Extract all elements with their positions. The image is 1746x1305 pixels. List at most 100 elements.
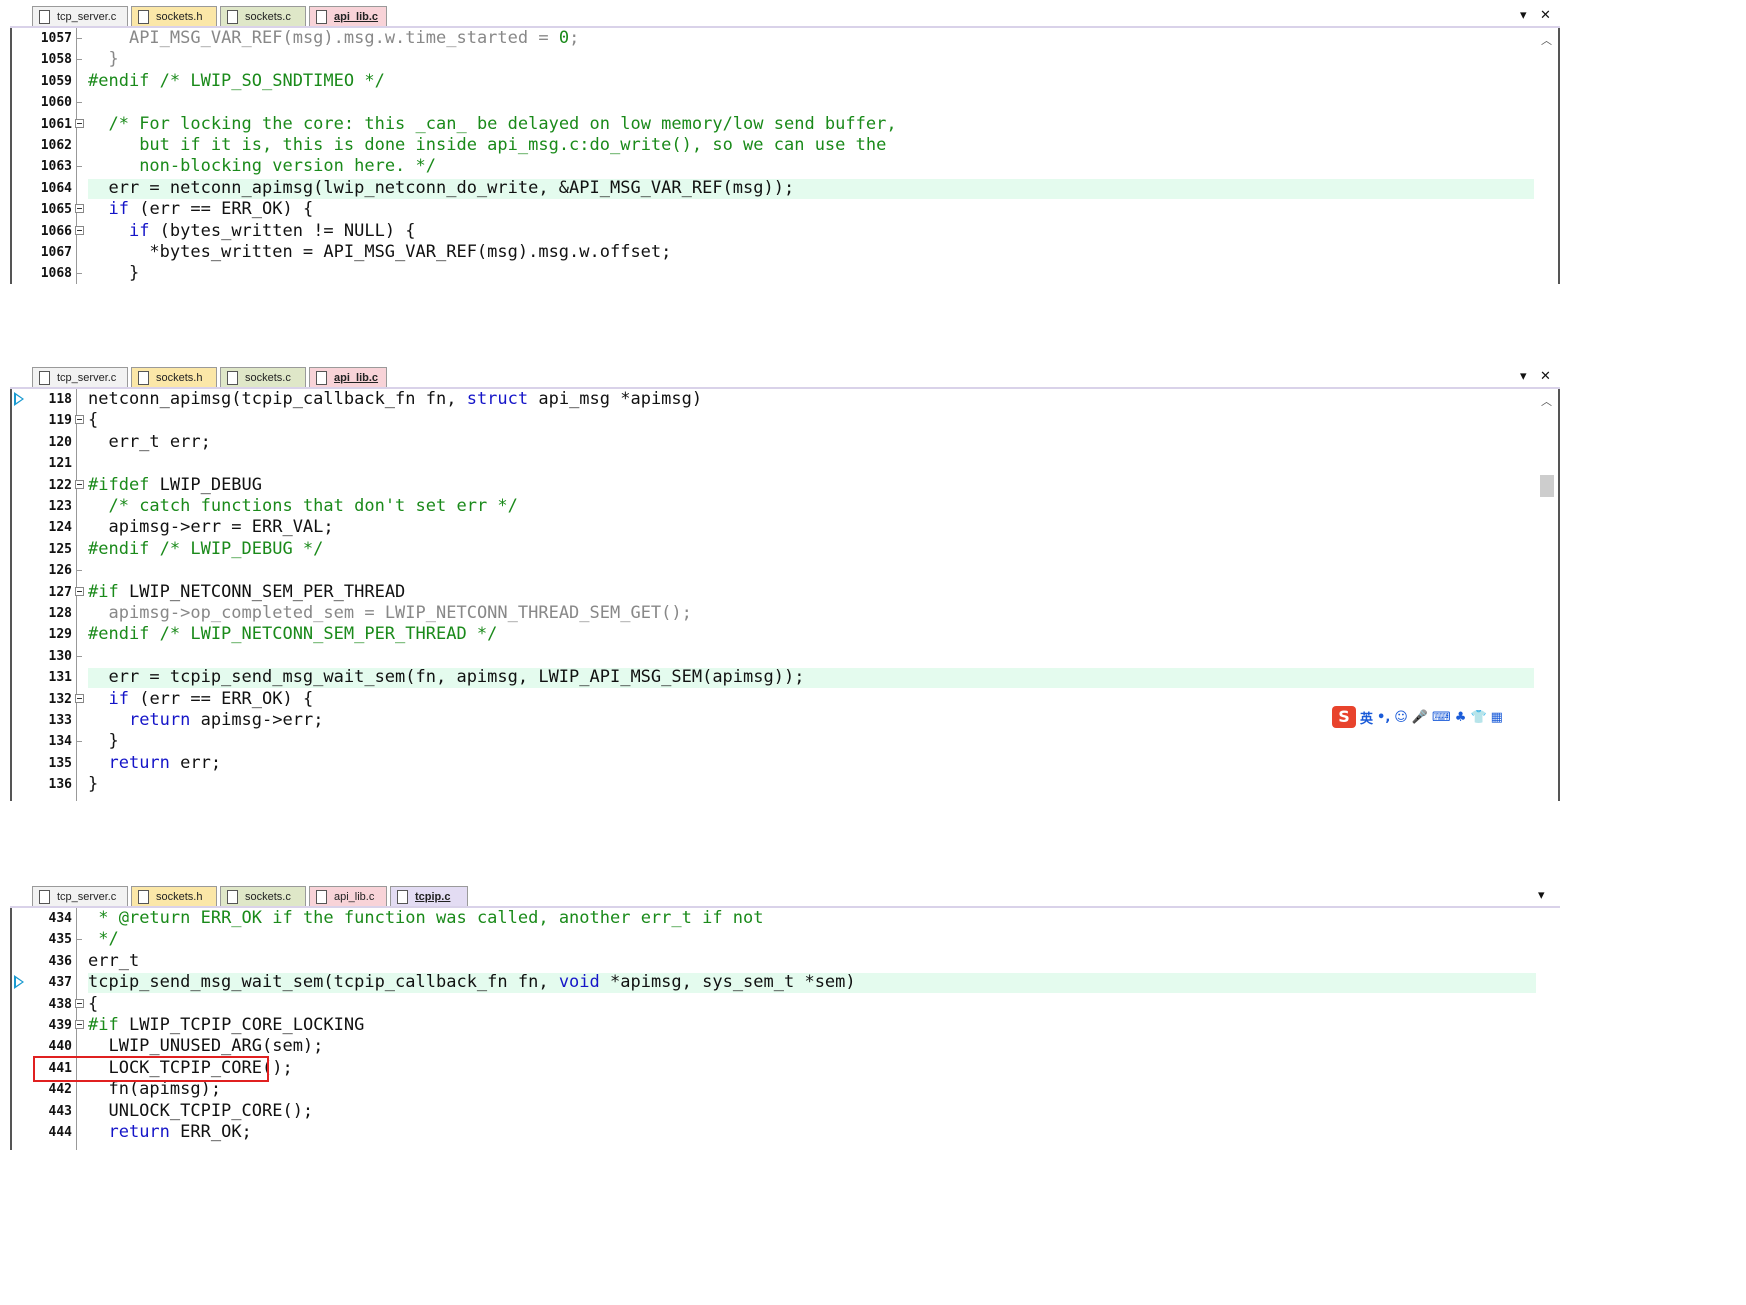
fold-collapse-icon[interactable] [75, 479, 84, 489]
code-line[interactable]: 125 #endif /* LWIP_DEBUG */ [12, 539, 1534, 560]
code-line[interactable]: 1065 if (err == ERR_OK) { [12, 199, 1534, 220]
code-line[interactable]: 130 [12, 646, 1534, 667]
code-line[interactable]: 123 /* catch functions that don't set er… [12, 496, 1534, 517]
ime-item-icon[interactable]: ⌨ [1432, 710, 1451, 725]
code-line[interactable]: 1058 } [12, 49, 1534, 70]
tab-list-dropdown-icon[interactable]: ▾ [1538, 888, 1545, 903]
code-text: non-blocking version here. */ [139, 156, 436, 177]
tab-tcp-server-c[interactable]: tcp_server.c [32, 367, 128, 387]
code-editor[interactable]: 118 netconn_apimsg(tcpip_callback_fn fn, … [10, 389, 1560, 801]
code-editor[interactable]: 1057 API_MSG_VAR_REF(msg).msg.w.time_sta… [10, 28, 1560, 284]
code-text: } [108, 49, 119, 70]
code-line[interactable]: 128 apimsg->op_completed_sem = LWIP_NETC… [12, 603, 1534, 624]
tab-tcp-server-c[interactable]: tcp_server.c [32, 886, 128, 906]
code-text: apimsg->op_completed_sem = LWIP_NETCONN_… [108, 603, 692, 623]
code-line[interactable]: 1062 but if it is, this is done inside a… [12, 135, 1534, 156]
code-line[interactable]: 1057 API_MSG_VAR_REF(msg).msg.w.time_sta… [12, 28, 1534, 49]
code-line[interactable]: 444 return ERR_OK; [12, 1122, 1536, 1143]
code-line[interactable]: 435 */ [12, 929, 1536, 950]
ime-item-icon[interactable]: ♣ [1455, 710, 1467, 725]
code-line[interactable]: 135 return err; [12, 753, 1534, 774]
code-line[interactable]: 133 return apimsg->err; [12, 710, 1534, 731]
file-icon [316, 10, 327, 24]
code-line[interactable]: 118 netconn_apimsg(tcpip_callback_fn fn, … [12, 389, 1534, 410]
ime-item-icon[interactable]: ☺ [1394, 710, 1408, 725]
close-tab-icon[interactable]: ✕ [1540, 8, 1551, 23]
tab-sockets-h[interactable]: sockets.h [131, 367, 217, 387]
fold-collapse-icon[interactable] [75, 204, 84, 214]
ime-item-icon[interactable]: 英 [1360, 708, 1373, 727]
vertical-scrollbar[interactable]: ︿ [1536, 389, 1558, 801]
ime-logo-icon[interactable]: S [1332, 706, 1356, 728]
fold-collapse-icon[interactable] [75, 225, 84, 235]
tab-tcp-server-c[interactable]: tcp_server.c [32, 6, 128, 26]
code-line[interactable]: 1063 non-blocking version here. */ [12, 156, 1534, 177]
code-line[interactable]: 127 #if LWIP_NETCONN_SEM_PER_THREAD [12, 582, 1534, 603]
ime-item-icon[interactable]: 🎤 [1412, 710, 1428, 725]
code-line[interactable]: 442 fn(apimsg); [12, 1079, 1536, 1100]
tab-api-lib-c[interactable]: api_lib.c [309, 6, 387, 26]
code-line[interactable]: 119 { [12, 410, 1534, 431]
code-line[interactable]: 1060 [12, 92, 1534, 113]
tab-sockets-c[interactable]: sockets.c [220, 886, 306, 906]
scroll-up-arrow-icon[interactable]: ︿ [1541, 393, 1552, 409]
code-editor[interactable]: 434 * @return ERR_OK if the function was… [10, 908, 1560, 1150]
code-line[interactable]: 136} [12, 774, 1534, 795]
ime-item-icon[interactable]: •, [1377, 710, 1390, 725]
code-line[interactable]: 129 #endif /* LWIP_NETCONN_SEM_PER_THREAD… [12, 624, 1534, 645]
code-line[interactable]: 134 } [12, 731, 1534, 752]
code-line[interactable]: 434 * @return ERR_OK if the function was… [12, 908, 1536, 929]
code-line[interactable]: 1068 } [12, 263, 1534, 284]
line-number: 1066 [40, 223, 72, 239]
line-number: 1063 [40, 159, 72, 175]
code-line[interactable]: 1064 err = netconn_apimsg(lwip_netconn_d… [12, 178, 1534, 199]
line-number: 120 [48, 434, 72, 450]
fold-collapse-icon[interactable] [75, 586, 84, 596]
fold-collapse-icon[interactable] [75, 693, 84, 703]
code-line[interactable]: 120 err_t err; [12, 432, 1534, 453]
code-line[interactable]: 1059 #endif /* LWIP_SO_SNDTIMEO */ [12, 71, 1534, 92]
tab-api-lib-c[interactable]: api_lib.c [309, 367, 387, 387]
scrollbar-thumb[interactable] [1540, 475, 1554, 497]
fold-end-tick [76, 166, 82, 168]
tab-tcpip-c[interactable]: tcpip.c [390, 886, 468, 906]
code-line[interactable]: 121 [12, 453, 1534, 474]
tab-bar: tcp_server.c sockets.h sockets.c api_lib.c ▾… [10, 367, 1560, 389]
tab-list-dropdown-icon[interactable]: ▾ [1520, 369, 1527, 384]
tab-sockets-h[interactable]: sockets.h [131, 886, 217, 906]
code-line[interactable]: 124 apimsg->err = ERR_VAL; [12, 517, 1534, 538]
tab-sockets-c[interactable]: sockets.c [220, 6, 306, 26]
code-line[interactable]: 1061 /* For locking the core: this _can_… [12, 114, 1534, 135]
code-line[interactable]: 1066 if (bytes_written != NULL) { [12, 221, 1534, 242]
tab-sockets-c[interactable]: sockets.c [220, 367, 306, 387]
code-line[interactable]: 1067 *bytes_written = API_MSG_VAR_REF(ms… [12, 242, 1534, 263]
code-line[interactable]: 122 #ifdef LWIP_DEBUG [12, 475, 1534, 496]
tab-label: sockets.h [156, 11, 203, 23]
ime-item-icon[interactable]: ▦ [1491, 710, 1503, 725]
code-line[interactable]: 443 UNLOCK_TCPIP_CORE(); [12, 1101, 1536, 1122]
fold-collapse-icon[interactable] [75, 415, 84, 425]
close-tab-icon[interactable]: ✕ [1540, 369, 1551, 384]
code-line[interactable]: 437 tcpip_send_msg_wait_sem(tcpip_callbac… [12, 972, 1536, 994]
code-line[interactable]: 440 LWIP_UNUSED_ARG(sem); [12, 1036, 1536, 1057]
code-line[interactable]: 126 [12, 560, 1534, 581]
code-text: #if LWIP_NETCONN_SEM_PER_THREAD [88, 581, 406, 602]
scroll-up-arrow-icon[interactable]: ︿ [1541, 32, 1552, 48]
vertical-scrollbar[interactable]: ︿ [1536, 28, 1558, 284]
tab-label: api_lib.c [334, 11, 379, 23]
fold-collapse-icon[interactable] [75, 1020, 84, 1029]
tab-api-lib-c[interactable]: api_lib.c [309, 886, 387, 906]
ime-item-icon[interactable]: 👕 [1470, 710, 1486, 725]
code-line[interactable]: 132 if (err == ERR_OK) { [12, 689, 1534, 710]
file-icon [227, 371, 238, 385]
ime-toolbar[interactable]: S 英 •, ☺ 🎤 ⌨ ♣ 👕 ▦ [1332, 704, 1503, 730]
code-line[interactable]: 131 err = tcpip_send_msg_wait_sem(fn, ap… [12, 667, 1534, 689]
line-number: 135 [48, 755, 72, 771]
code-line[interactable]: 438 { [12, 994, 1536, 1015]
code-line[interactable]: 439 #if LWIP_TCPIP_CORE_LOCKING [12, 1015, 1536, 1036]
tab-list-dropdown-icon[interactable]: ▾ [1520, 8, 1527, 23]
fold-collapse-icon[interactable] [75, 998, 84, 1008]
fold-collapse-icon[interactable] [75, 118, 84, 128]
tab-sockets-h[interactable]: sockets.h [131, 6, 217, 26]
code-line[interactable]: 436 err_t [12, 951, 1536, 972]
